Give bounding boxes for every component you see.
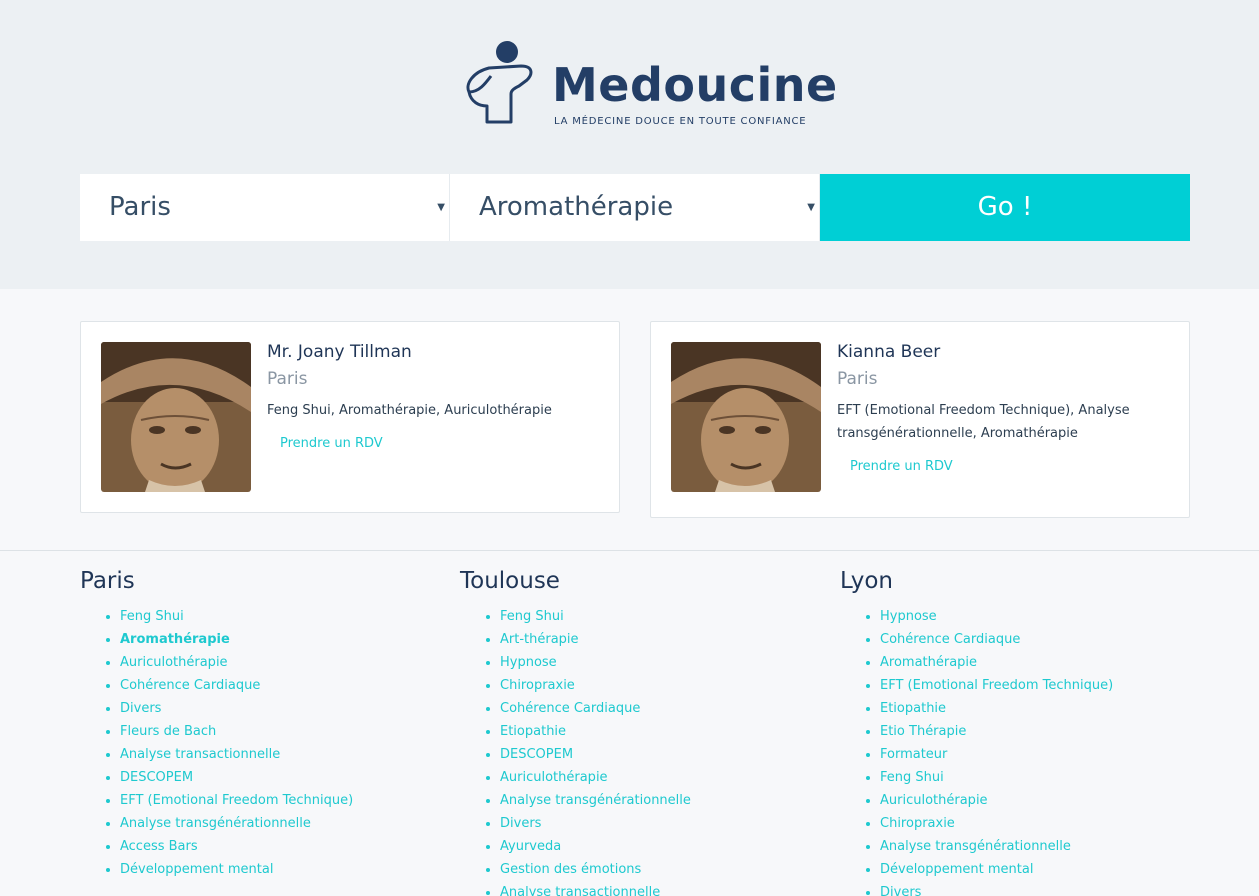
specialty-link[interactable]: Etio Thérapie xyxy=(880,720,1200,743)
book-appointment-link[interactable]: Prendre un RDV xyxy=(280,434,383,454)
specialty-link[interactable]: Analyse transgénérationnelle xyxy=(880,835,1200,858)
specialty-link[interactable]: Feng Shui xyxy=(880,766,1200,789)
directory-column-paris: Paris Feng ShuiAromathérapieAuriculothér… xyxy=(80,566,440,881)
specialty-link[interactable]: Chiropraxie xyxy=(500,674,820,697)
brand-name[interactable]: Medoucine xyxy=(552,58,838,112)
practitioner-photo xyxy=(671,342,821,492)
specialty-list: Feng ShuiArt-thérapieHypnoseChiropraxieC… xyxy=(460,605,820,896)
practitioner-card: Kianna Beer Paris EFT (Emotional Freedom… xyxy=(650,321,1190,518)
practitioner-specialties: EFT (Emotional Freedom Technique), Analy… xyxy=(837,403,1130,441)
medoucine-logo-icon[interactable] xyxy=(459,40,535,126)
book-appointment-link[interactable]: Prendre un RDV xyxy=(850,457,953,477)
specialty-link[interactable]: Analyse transgénérationnelle xyxy=(120,812,440,835)
specialty-select-value: Aromathérapie xyxy=(479,192,674,222)
practitioner-city: Paris xyxy=(837,369,878,389)
specialty-link[interactable]: Divers xyxy=(880,881,1200,896)
specialty-list: Feng ShuiAromathérapieAuriculothérapieCo… xyxy=(80,605,440,881)
specialty-link[interactable]: Aromathérapie xyxy=(880,651,1200,674)
specialty-link[interactable]: Cohérence Cardiaque xyxy=(120,674,440,697)
specialty-link[interactable]: Analyse transactionnelle xyxy=(500,881,820,896)
specialty-link[interactable]: Etiopathie xyxy=(500,720,820,743)
specialty-link[interactable]: Analyse transgénérationnelle xyxy=(500,789,820,812)
specialty-link[interactable]: Formateur xyxy=(880,743,1200,766)
specialty-link[interactable]: Access Bars xyxy=(120,835,440,858)
specialty-link[interactable]: Gestion des émotions xyxy=(500,858,820,881)
specialty-select[interactable]: Aromathérapie ▼ xyxy=(450,174,820,241)
directory-city-heading: Lyon xyxy=(840,568,893,594)
practitioner-city: Paris xyxy=(267,369,308,389)
specialty-link[interactable]: Etiopathie xyxy=(880,697,1200,720)
search-bar: Paris ▼ Aromathérapie ▼ Go ! xyxy=(80,174,1190,241)
specialty-link[interactable]: Ayurveda xyxy=(500,835,820,858)
specialty-link[interactable]: DESCOPEM xyxy=(120,766,440,789)
specialty-link[interactable]: Hypnose xyxy=(500,651,820,674)
directory-column-toulouse: Toulouse Feng ShuiArt-thérapieHypnoseChi… xyxy=(460,566,820,896)
specialty-link[interactable]: Divers xyxy=(500,812,820,835)
directory-city-heading: Paris xyxy=(80,568,135,594)
specialty-link[interactable]: EFT (Emotional Freedom Technique) xyxy=(880,674,1200,697)
header: Medoucine La médecine douce en toute con… xyxy=(0,0,1259,289)
directory-column-lyon: Lyon HypnoseCohérence CardiaqueAromathér… xyxy=(840,566,1200,896)
specialty-link[interactable]: Art-thérapie xyxy=(500,628,820,651)
specialty-link[interactable]: Analyse transactionnelle xyxy=(120,743,440,766)
specialty-link[interactable]: Développement mental xyxy=(120,858,440,881)
specialty-link[interactable]: Auriculothérapie xyxy=(500,766,820,789)
specialty-link[interactable]: Auriculothérapie xyxy=(120,651,440,674)
brand-tagline: La médecine douce en toute confiance xyxy=(554,116,807,127)
specialty-link[interactable]: Développement mental xyxy=(880,858,1200,881)
go-button[interactable]: Go ! xyxy=(820,174,1190,241)
specialty-link[interactable]: Cohérence Cardiaque xyxy=(500,697,820,720)
city-select-value: Paris xyxy=(109,192,171,222)
directory-city-heading: Toulouse xyxy=(460,568,560,594)
specialty-link[interactable]: Feng Shui xyxy=(120,605,440,628)
specialty-link[interactable]: Cohérence Cardiaque xyxy=(880,628,1200,651)
practitioner-name[interactable]: Mr. Joany Tillman xyxy=(267,341,589,363)
practitioner-photo xyxy=(101,342,251,492)
specialty-link[interactable]: Auriculothérapie xyxy=(880,789,1200,812)
specialty-link[interactable]: Fleurs de Bach xyxy=(120,720,440,743)
city-select[interactable]: Paris ▼ xyxy=(80,174,450,241)
section-divider xyxy=(0,550,1259,551)
chevron-down-icon: ▼ xyxy=(807,202,815,213)
specialty-link[interactable]: DESCOPEM xyxy=(500,743,820,766)
practitioner-name[interactable]: Kianna Beer xyxy=(837,341,1159,363)
specialty-link[interactable]: EFT (Emotional Freedom Technique) xyxy=(120,789,440,812)
practitioner-specialties: Feng Shui, Aromathérapie, Auriculothérap… xyxy=(267,403,552,418)
specialty-link[interactable]: Hypnose xyxy=(880,605,1200,628)
practitioner-card: Mr. Joany Tillman Paris Feng Shui, Aroma… xyxy=(80,321,620,513)
chevron-down-icon: ▼ xyxy=(437,202,445,213)
specialty-link[interactable]: Chiropraxie xyxy=(880,812,1200,835)
specialty-list: HypnoseCohérence CardiaqueAromathérapieE… xyxy=(840,605,1200,896)
specialty-link[interactable]: Aromathérapie xyxy=(120,628,440,651)
specialty-link[interactable]: Divers xyxy=(120,697,440,720)
specialty-link[interactable]: Feng Shui xyxy=(500,605,820,628)
